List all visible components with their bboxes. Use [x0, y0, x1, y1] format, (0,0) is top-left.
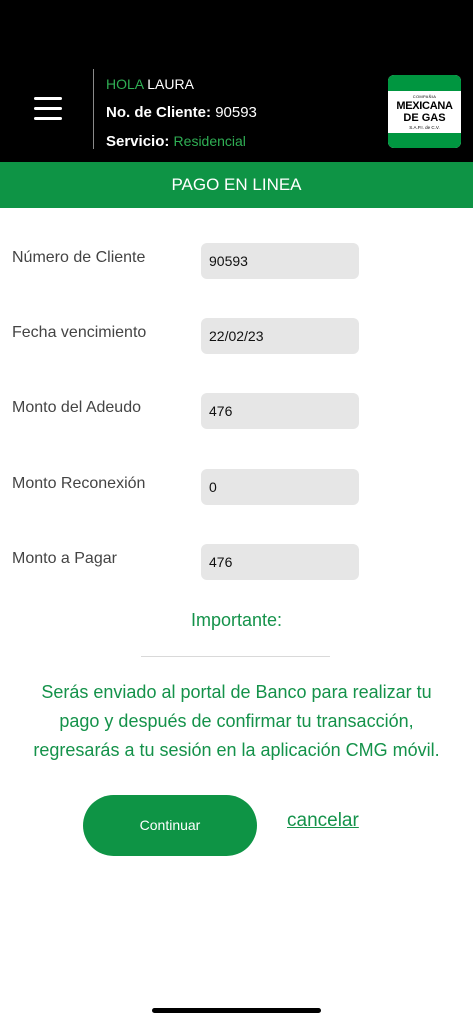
greeting: HOLA LAURA — [106, 76, 194, 92]
page-title: PAGO EN LINEA — [0, 162, 473, 208]
header-divider — [93, 69, 94, 149]
notice-line-1: Serás enviado al portal de Banco para re… — [41, 682, 432, 702]
notice-text: Serás enviado al portal de Banco para re… — [10, 678, 463, 765]
reconnection-amount-field[interactable] — [201, 469, 359, 505]
due-date-field-label: Fecha vencimiento — [12, 324, 147, 341]
user-name: LAURA — [147, 76, 194, 92]
notice-line-3: regresarás a tu sesión en la aplicación … — [33, 740, 440, 760]
service-label: Servicio: — [106, 133, 170, 150]
client-number-field[interactable] — [201, 243, 359, 279]
logo-line1: MEXICANA — [396, 100, 453, 112]
notice-line-2: pago y después de confirmar tu transacci… — [59, 711, 414, 731]
cancel-link[interactable]: cancelar — [287, 810, 359, 832]
logo-line2: DE GAS — [403, 112, 446, 124]
service-value: Residencial — [173, 133, 246, 149]
important-heading: Importante: — [190, 610, 283, 630]
client-number-value: 90593 — [215, 104, 257, 121]
pay-amount-field-label: Monto a Pagar — [12, 550, 117, 567]
home-indicator[interactable] — [152, 1008, 321, 1013]
client-number-label: No. de Cliente: — [106, 104, 212, 121]
client-number-row: No. de Cliente: 90593 — [106, 104, 257, 121]
service-row: Servicio: Residencial — [106, 133, 246, 150]
notice-divider — [141, 656, 330, 657]
greeting-prefix: HOLA — [106, 76, 144, 92]
logo-line3: S.A.P.I. de C.V. — [409, 125, 440, 130]
reconnection-amount-field-label: Monto Reconexión — [12, 475, 146, 492]
due-date-field[interactable] — [201, 318, 359, 354]
continue-button[interactable]: Continuar — [83, 795, 257, 856]
company-logo: COMPAÑIA MEXICANA DE GAS S.A.P.I. de C.V… — [388, 75, 461, 148]
debt-amount-field[interactable] — [201, 393, 359, 429]
logo-small-text: COMPAÑIA — [412, 94, 437, 99]
hamburger-menu-icon[interactable] — [34, 97, 62, 123]
pay-amount-field[interactable] — [201, 544, 359, 580]
client-number-field-label: Número de Cliente — [12, 249, 146, 266]
app-header: HOLA LAURA No. de Cliente: 90593 Servici… — [0, 0, 473, 162]
debt-amount-field-label: Monto del Adeudo — [12, 399, 141, 416]
